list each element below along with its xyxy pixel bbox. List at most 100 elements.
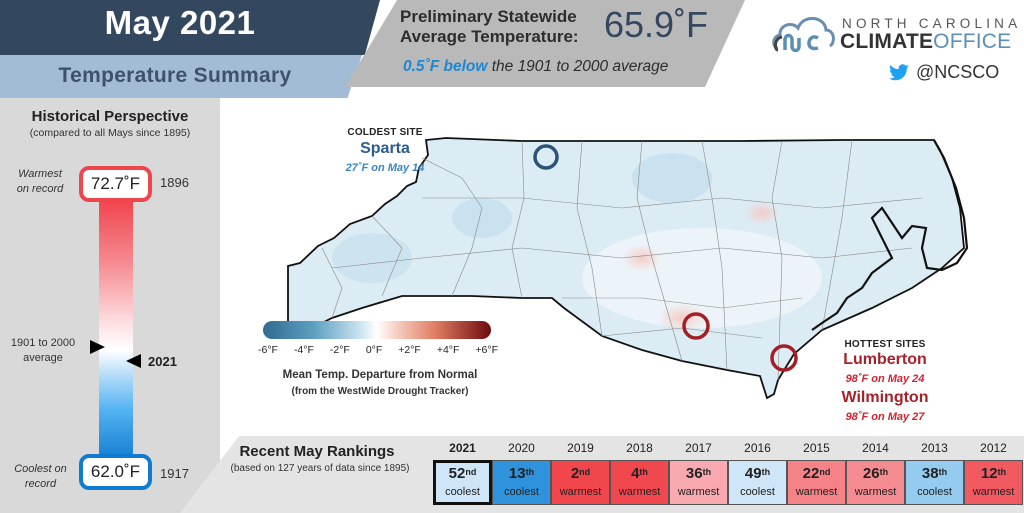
ranking-label: warmest [618,486,661,498]
ranking-year-header: 2020 [508,441,535,455]
ranking-label: coolest [504,486,539,498]
ranking-label: coolest [740,486,775,498]
ranking-number: 52 [448,465,466,482]
ranking-cell: 52nd coolest [433,460,492,505]
rankings-title: Recent May Rankings [239,443,395,460]
ranking-year-header: 2017 [685,441,712,455]
ranking-value: 12th [965,465,1022,482]
average-marker-arrow-icon [90,340,105,354]
coolest-record-label: Coolest on record [8,462,73,492]
legend-tick: +6°F [475,344,498,356]
logo-text-climate-office: CLIMATEOFFICE [840,30,1011,54]
ranking-label: warmest [854,486,897,498]
twitter-handle-link[interactable]: @NCSCO [888,62,999,83]
rankings-cells: 52nd coolest 13th coolest 2nd warmest 4th warme… [433,460,1023,505]
ranking-year-header: 2018 [626,441,653,455]
ranking-number: 36 [685,465,703,482]
legend-tick: 0°F [365,344,383,356]
coolest-record-year: 1917 [160,466,189,481]
logo-text-climate: CLIMATE [840,30,934,53]
rankings-subtitle: (based on 127 years of data since 1895) [230,463,410,474]
legend-subtitle: (from the WestWide Drought Tracker) [291,386,469,397]
average-label-line1: 1901 to 2000 [10,337,76,349]
ranking-cell: 38th coolest [905,460,964,505]
legend-tick: -6°F [258,344,278,356]
ranking-value: 13th [493,465,550,482]
ranking-year-header: 2021 [449,441,476,455]
warmest-record-value: 72.7˚F [79,166,152,202]
ranking-number: 2 [570,465,580,482]
coolest-record-label-line2: record [24,478,57,490]
ranking-number: 49 [744,465,762,482]
warmest-record-label-line2: on record [16,183,64,195]
ranking-number: 26 [862,465,880,482]
departure-summary: 0.5˚F below the 1901 to 2000 average [403,58,668,76]
ranking-value: 52nd [436,465,489,482]
current-year-marker-arrow-icon [126,354,141,368]
average-label-line2: average [23,352,63,364]
warmest-record-label-line1: Warmest [18,168,62,180]
average-label: 1901 to 2000 average [8,336,78,366]
departure-text: the 1901 to 2000 average [487,58,669,75]
legend-tick: +4°F [436,344,460,356]
ranking-year-header: 2014 [862,441,889,455]
ranking-suffix: th [639,467,648,477]
warmest-record-year: 1896 [160,175,189,190]
coolest-record-label-line1: Coolest on [14,463,67,475]
ranking-number: 13 [508,465,526,482]
ranking-number: 38 [921,465,939,482]
hottest-site-name: Lumberton [843,351,927,368]
ranking-value: 26th [847,465,904,482]
ranking-cell: 2nd warmest [551,460,610,505]
legend-tick: -2°F [329,344,350,356]
thermometer-scale-bar [99,196,133,462]
ranking-cell: 22nd warmest [787,460,846,505]
ranking-suffix: nd [579,467,591,477]
ranking-number: 12 [980,465,998,482]
ranking-suffix: nd [819,467,831,477]
statewide-average-label-line2: Average Temperature: [400,27,579,46]
ranking-value: 49th [729,465,786,482]
ranking-label: coolest [917,486,952,498]
ranking-suffix: th [938,467,948,477]
legend-tick: -4°F [293,344,314,356]
current-year-marker-label: 2021 [148,354,177,369]
ranking-year-header: 2019 [567,441,594,455]
ranking-value: 2nd [552,465,609,482]
warmest-record-label: Warmest on record [10,167,70,197]
hottest-sites-header: HOTTEST SITES [844,339,926,350]
historical-perspective-title: Historical Perspective [31,108,189,125]
ranking-value: 38th [906,465,963,482]
legend-tick-labels: -6°F -4°F -2°F 0°F +2°F +4°F +6°F [258,344,498,356]
hottest-site-detail: 98˚F on May 24 [845,373,925,385]
ranking-suffix: nd [465,467,477,477]
ranking-year-header: 2012 [980,441,1007,455]
ranking-value: 4th [611,465,668,482]
twitter-bird-icon [889,63,909,80]
coldest-site-detail: 27˚F on May 14 [345,162,425,174]
ranking-value: 36th [670,465,727,482]
ranking-year-header: 2016 [744,441,771,455]
ranking-label: warmest [795,486,838,498]
departure-value: 0.5˚F below [403,58,488,75]
ranking-cell: 26th warmest [846,460,905,505]
rankings-year-headers: 2021 2020 2019 2018 2017 2016 2015 2014 2013 2012 [433,441,1023,455]
coolest-record-value: 62.0˚F [79,454,152,490]
legend-tick: +2°F [398,344,421,356]
statewide-average-label: Preliminary Statewide Average Temperatur… [400,7,579,47]
statewide-average-value: 65.9˚F [604,4,709,45]
coldest-site-name: Sparta [360,140,410,157]
ranking-number: 22 [802,465,820,482]
ranking-suffix: th [702,467,712,477]
coldest-site-header: COLDEST SITE [347,127,423,138]
historical-perspective-subtitle: (compared to all Mays since 1895) [29,127,191,139]
hottest-site-name: Wilmington [841,389,929,406]
page-subtitle: Temperature Summary [58,64,292,87]
ranking-value: 22nd [788,465,845,482]
logo-text-north-carolina: NORTH CAROLINA [842,16,1022,31]
hottest-site-detail: 98˚F on May 27 [845,411,925,423]
ranking-suffix: th [761,467,771,477]
logo-text-office: OFFICE [933,30,1012,53]
ranking-cell: 12th warmest [964,460,1023,505]
ranking-cell: 49th coolest [728,460,787,505]
